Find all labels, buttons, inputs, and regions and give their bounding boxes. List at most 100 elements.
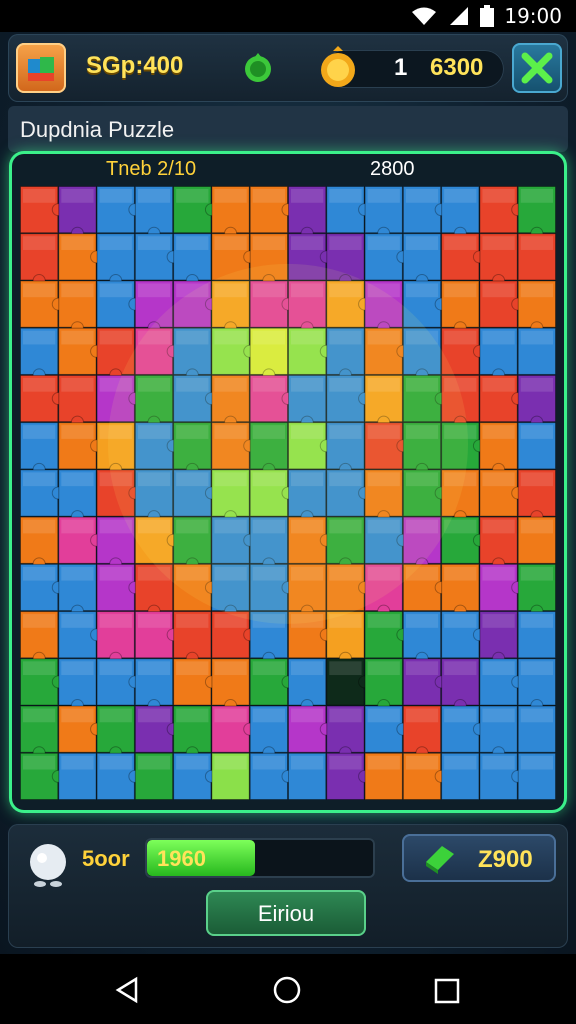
gem-purchase-button[interactable]: Z900	[402, 834, 556, 882]
puzzle-piece[interactable]	[326, 658, 372, 706]
puzzle-piece[interactable]	[441, 705, 486, 753]
puzzle-piece[interactable]	[479, 658, 525, 706]
puzzle-piece[interactable]	[479, 422, 518, 476]
puzzle-piece[interactable]	[326, 611, 365, 665]
puzzle-piece[interactable]	[479, 469, 525, 517]
puzzle-piece[interactable]	[479, 705, 518, 760]
puzzle-piece[interactable]	[479, 611, 518, 665]
puzzle-piece[interactable]	[20, 374, 65, 423]
puzzle-piece[interactable]	[479, 563, 525, 612]
puzzle-piece[interactable]	[517, 233, 556, 281]
puzzle-piece[interactable]	[211, 186, 250, 240]
puzzle-piece[interactable]	[96, 563, 142, 612]
puzzle-piece[interactable]	[20, 280, 65, 328]
back-icon[interactable]	[114, 976, 142, 1004]
puzzle-piece[interactable]	[402, 705, 442, 760]
puzzle-piece[interactable]	[517, 280, 556, 335]
puzzle-piece[interactable]	[20, 469, 65, 517]
puzzle-piece[interactable]	[58, 658, 97, 713]
puzzle-piece[interactable]	[20, 186, 65, 234]
puzzle-piece[interactable]	[58, 611, 104, 659]
puzzle-piece[interactable]	[441, 186, 480, 240]
puzzle-piece[interactable]	[58, 705, 104, 753]
puzzle-piece[interactable]	[517, 469, 556, 524]
puzzle-piece[interactable]	[288, 752, 327, 800]
puzzle-piece[interactable]	[173, 233, 212, 287]
puzzle-piece[interactable]	[96, 280, 142, 328]
puzzle-piece[interactable]	[288, 658, 327, 713]
puzzle-piece[interactable]	[134, 611, 180, 659]
puzzle-piece[interactable]	[20, 563, 65, 612]
puzzle-piece[interactable]	[249, 752, 295, 800]
puzzle-piece[interactable]	[134, 752, 174, 800]
puzzle-piece[interactable]	[173, 752, 218, 800]
puzzle-piece[interactable]	[517, 705, 556, 753]
puzzle-piece[interactable]	[173, 611, 212, 665]
puzzle-piece[interactable]	[441, 752, 480, 800]
puzzle-piece[interactable]	[173, 658, 218, 706]
close-button[interactable]	[512, 43, 562, 93]
puzzle-piece[interactable]	[134, 705, 180, 753]
puzzle-piece[interactable]	[96, 705, 135, 760]
puzzle-piece[interactable]	[479, 516, 518, 571]
puzzle-piece[interactable]	[58, 469, 97, 524]
puzzle-piece[interactable]	[20, 611, 59, 665]
puzzle-piece[interactable]	[249, 658, 295, 706]
puzzle-piece[interactable]	[479, 752, 525, 800]
puzzle-piece[interactable]	[479, 327, 518, 382]
puzzle-piece[interactable]	[20, 422, 59, 476]
puzzle-piece[interactable]	[20, 233, 59, 287]
puzzle-piece[interactable]	[96, 752, 142, 800]
puzzle-piece[interactable]	[58, 422, 104, 470]
puzzle-piece[interactable]	[134, 658, 174, 713]
puzzle-piece[interactable]	[58, 563, 97, 618]
puzzle-piece[interactable]	[96, 658, 142, 706]
puzzle-piece[interactable]	[364, 186, 403, 240]
puzzle-piece[interactable]	[96, 186, 142, 234]
puzzle-piece[interactable]	[20, 327, 59, 382]
puzzle-piece[interactable]	[58, 186, 97, 240]
puzzle-piece[interactable]	[479, 374, 525, 423]
puzzle-piece[interactable]	[173, 186, 218, 234]
menu-button[interactable]	[16, 43, 66, 93]
puzzle-piece[interactable]	[249, 186, 295, 234]
puzzle-piece[interactable]	[211, 705, 257, 753]
puzzle-piece[interactable]	[364, 658, 403, 713]
puzzle-piece[interactable]	[20, 516, 59, 571]
puzzle-piece[interactable]	[402, 752, 448, 800]
puzzle-piece[interactable]	[517, 611, 556, 659]
puzzle-piece[interactable]	[20, 658, 65, 706]
puzzle-piece[interactable]	[517, 374, 556, 429]
puzzle-piece[interactable]	[402, 611, 442, 665]
puzzle-piece[interactable]	[20, 705, 59, 760]
puzzle-piece[interactable]	[211, 752, 250, 800]
puzzle-piece[interactable]	[364, 705, 410, 753]
puzzle-piece[interactable]	[402, 233, 442, 287]
puzzle-piece[interactable]	[96, 611, 135, 665]
home-icon[interactable]	[272, 975, 302, 1005]
puzzle-piece[interactable]	[58, 280, 97, 335]
puzzle-piece[interactable]	[402, 186, 448, 234]
puzzle-board[interactable]	[20, 186, 556, 800]
puzzle-piece[interactable]	[58, 374, 97, 429]
puzzle-piece[interactable]	[479, 280, 525, 328]
puzzle-piece[interactable]	[479, 233, 518, 287]
puzzle-piece[interactable]	[58, 752, 97, 800]
recents-icon[interactable]	[434, 978, 460, 1004]
action-button[interactable]: Eiriou	[206, 890, 366, 936]
puzzle-piece[interactable]	[326, 186, 372, 234]
puzzle-piece[interactable]	[441, 611, 486, 659]
puzzle-piece[interactable]	[364, 611, 410, 659]
puzzle-piece[interactable]	[441, 658, 480, 713]
puzzle-piece[interactable]	[211, 658, 250, 713]
puzzle-piece[interactable]	[441, 563, 480, 618]
puzzle-piece[interactable]	[517, 658, 556, 713]
puzzle-piece[interactable]	[326, 752, 372, 800]
puzzle-piece[interactable]	[402, 658, 448, 706]
puzzle-piece[interactable]	[326, 705, 365, 760]
puzzle-piece[interactable]	[517, 516, 556, 564]
puzzle-piece[interactable]	[134, 233, 180, 281]
puzzle-piece[interactable]	[58, 327, 104, 375]
puzzle-piece[interactable]	[96, 233, 135, 287]
puzzle-piece[interactable]	[249, 705, 288, 760]
